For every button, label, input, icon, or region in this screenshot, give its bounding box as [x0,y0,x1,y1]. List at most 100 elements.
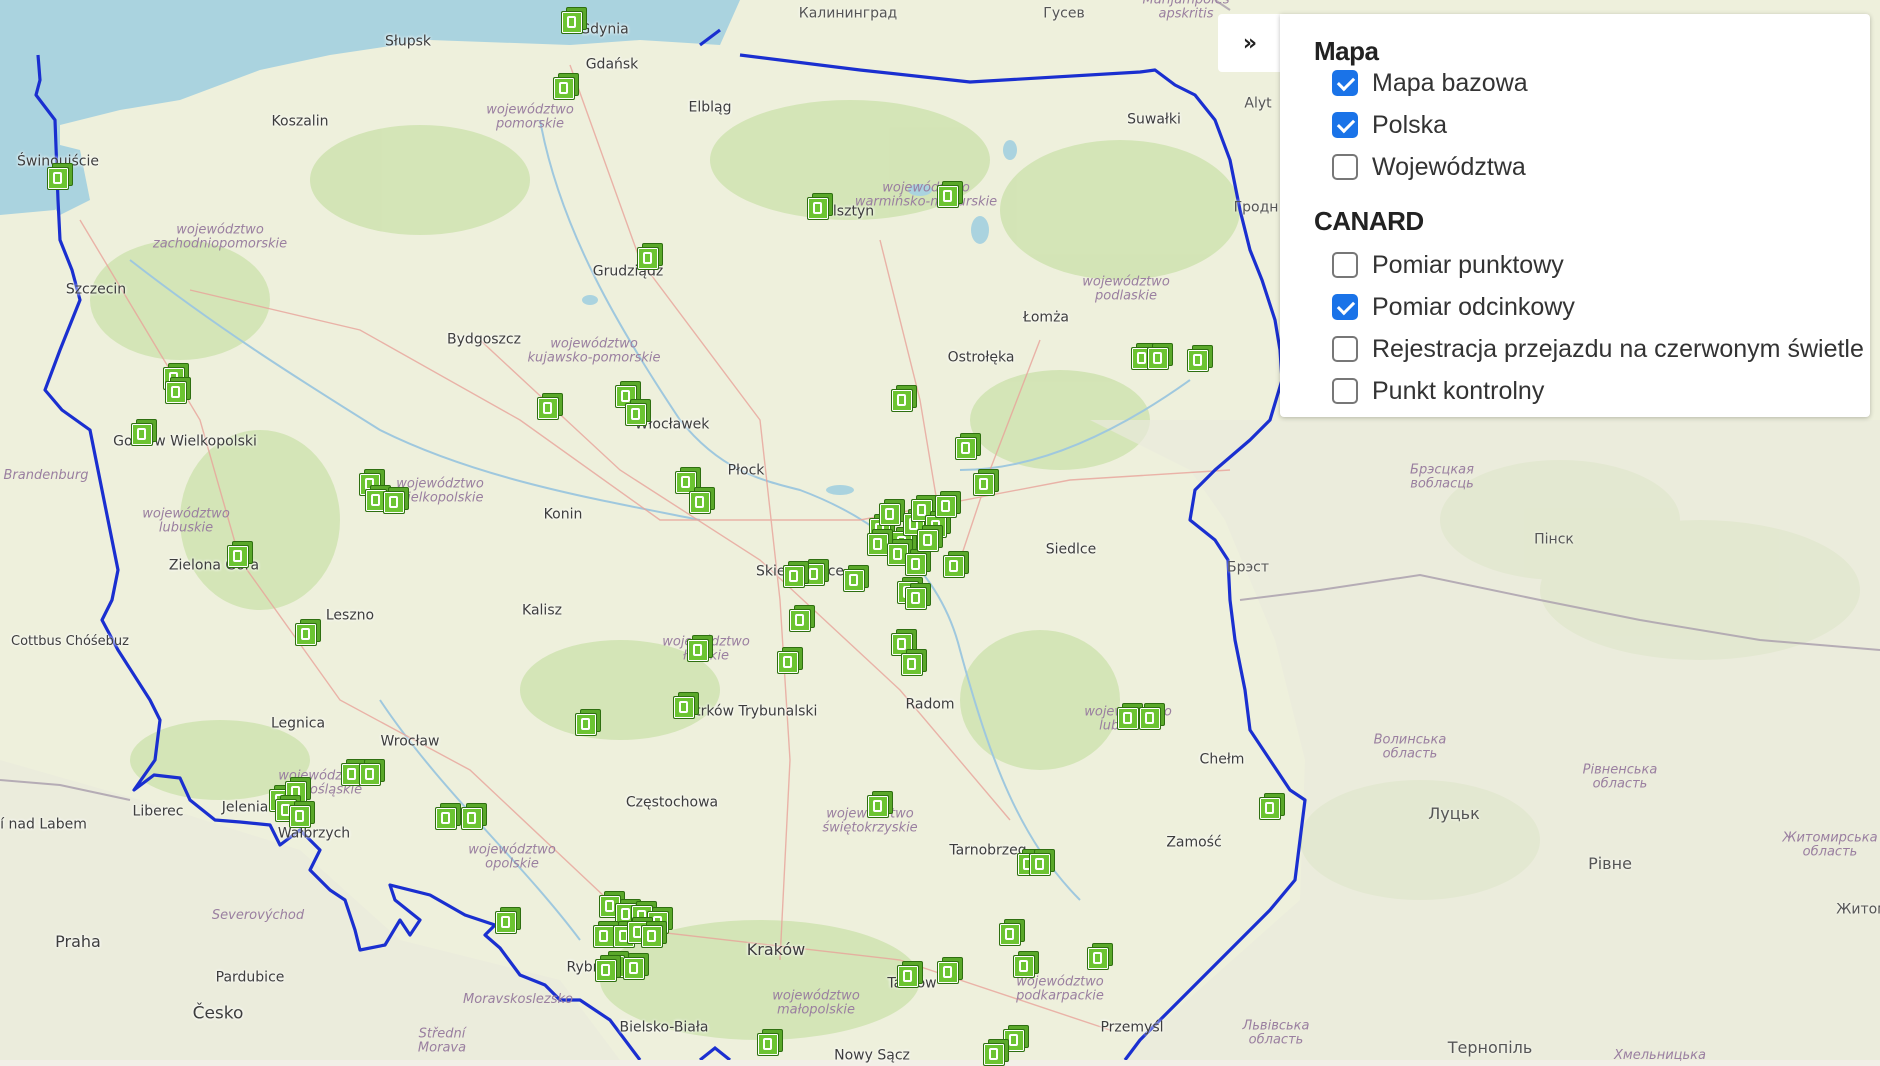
city-label: Рівне [1588,854,1632,874]
camera-marker-icon[interactable] [47,163,73,190]
layer-control-panel: Mapa Mapa bazowa Polska Województwa CANA… [1280,14,1870,417]
camera-marker-icon[interactable] [807,193,833,220]
city-label: Leszno [325,607,375,624]
region-label: Moravskoslezsko [463,991,573,1007]
city-label: Elbląg [688,99,732,116]
checkbox[interactable] [1332,294,1358,320]
layer-toggle-pomiar-odcinkowy[interactable]: Pomiar odcinkowy [1332,290,1575,324]
camera-marker-icon[interactable] [625,399,651,426]
camera-marker-icon[interactable] [1147,343,1173,370]
region-label: Střední Morava [417,1026,467,1056]
camera-marker-icon[interactable] [1029,849,1055,876]
camera-marker-icon[interactable] [575,709,601,736]
region-label: województwo podlaskie [1082,274,1170,304]
camera-marker-icon[interactable] [561,7,587,34]
camera-marker-icon[interactable] [623,953,649,980]
region-label: województwo warmińsko-mazurskie [854,180,998,210]
camera-marker-icon[interactable] [955,433,981,460]
collapse-toggle-button[interactable]: » [1218,14,1282,72]
camera-marker-icon[interactable] [867,791,893,818]
region-label: Хмельницька [1614,1047,1706,1063]
checkbox[interactable] [1332,154,1358,180]
city-label: Гусев [1043,5,1085,22]
camera-marker-icon[interactable] [495,907,521,934]
checkbox[interactable] [1332,336,1358,362]
camera-marker-icon[interactable] [637,243,663,270]
layer-label: Polska [1372,110,1448,139]
city-label: Łomża [1023,309,1069,326]
camera-marker-icon[interactable] [935,491,961,518]
checkbox[interactable] [1332,112,1358,138]
camera-marker-icon[interactable] [461,803,487,830]
camera-marker-icon[interactable] [595,955,621,982]
city-label: Częstochowa [625,794,719,811]
layer-toggle-punkt-kontrolny[interactable]: Punkt kontrolny [1332,374,1544,408]
camera-marker-icon[interactable] [901,649,927,676]
camera-marker-icon[interactable] [553,73,579,100]
camera-marker-icon[interactable] [905,549,931,576]
layer-toggle-wojewodztwa[interactable]: Województwa [1332,150,1526,184]
camera-marker-icon[interactable] [999,919,1025,946]
camera-marker-icon[interactable] [289,801,315,828]
camera-marker-icon[interactable] [891,385,917,412]
city-label: Chełm [1199,751,1245,768]
camera-marker-icon[interactable] [537,393,563,420]
checkbox[interactable] [1332,70,1358,96]
city-label: Wrocław [380,733,440,750]
camera-marker-icon[interactable] [757,1029,783,1056]
region-label: Severovýchod [211,907,305,923]
city-label: Legnica [270,715,326,732]
camera-marker-icon[interactable] [943,551,969,578]
camera-marker-icon[interactable] [905,583,931,610]
camera-marker-icon[interactable] [689,487,715,514]
camera-marker-icon[interactable] [131,419,157,446]
layer-label: Punkt kontrolny [1372,376,1545,405]
camera-marker-icon[interactable] [843,565,869,592]
camera-marker-icon[interactable] [227,541,253,568]
camera-marker-icon[interactable] [435,803,461,830]
layer-toggle-mapa-bazowa[interactable]: Mapa bazowa [1332,66,1528,100]
city-label: Nowy Sącz [834,1047,910,1064]
camera-marker-icon[interactable] [165,377,191,404]
checkbox[interactable] [1332,378,1358,404]
camera-marker-icon[interactable] [1187,345,1213,372]
camera-marker-icon[interactable] [789,605,815,632]
layer-toggle-polska[interactable]: Polska [1332,108,1447,142]
city-label: Jelenia [221,799,269,816]
camera-marker-icon[interactable] [687,635,713,662]
city-label: Гродн [1233,199,1279,216]
camera-marker-icon[interactable] [973,469,999,496]
camera-marker-icon[interactable] [917,525,943,552]
camera-marker-icon[interactable] [673,692,699,719]
layer-toggle-czerwone-swiatlo[interactable]: Rejestracja przejazdu na czerwonym świet… [1332,332,1864,366]
camera-marker-icon[interactable] [1139,703,1165,730]
city-label: Ústí nad Labem [0,816,87,833]
city-label: Bielsko-Biała [619,1019,709,1036]
camera-marker-icon[interactable] [783,561,809,588]
camera-marker-icon[interactable] [879,499,905,526]
layer-label: Województwa [1372,152,1526,181]
camera-marker-icon[interactable] [897,961,923,988]
checkbox[interactable] [1332,252,1358,278]
camera-marker-icon[interactable] [1087,943,1113,970]
camera-marker-icon[interactable] [295,619,321,646]
camera-marker-icon[interactable] [641,921,667,948]
layer-toggle-pomiar-punktowy[interactable]: Pomiar punktowy [1332,248,1564,282]
city-label: Пінск [1534,531,1574,548]
city-label: Liberec [132,803,184,820]
city-label: Kalisz [522,602,562,619]
city-label: Kraków [746,940,806,960]
camera-marker-icon[interactable] [983,1039,1009,1066]
camera-marker-icon[interactable] [937,957,963,984]
camera-marker-icon[interactable] [359,759,385,786]
region-label: Marijampolės apskritis [1142,0,1230,22]
camera-marker-icon[interactable] [777,647,803,674]
camera-marker-icon[interactable] [937,181,963,208]
region-label: województwo małopolskie [772,988,860,1018]
city-label: Житом [1836,901,1880,918]
region-label: Житомирська область [1782,830,1878,860]
camera-marker-icon[interactable] [1013,951,1039,978]
camera-marker-icon[interactable] [383,487,409,514]
camera-marker-icon[interactable] [1259,793,1285,820]
city-label: Suwałki [1127,111,1181,128]
